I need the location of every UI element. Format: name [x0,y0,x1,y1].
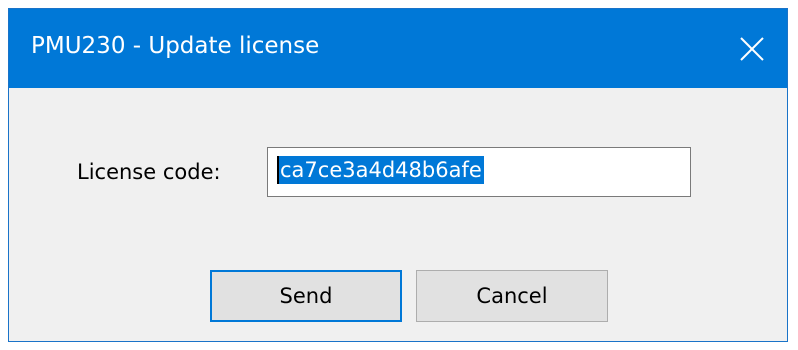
cancel-button[interactable]: Cancel [416,270,608,322]
send-button[interactable]: Send [210,270,402,322]
license-code-input[interactable]: ca7ce3a4d48b6afe [267,147,691,197]
license-code-label: License code: [77,160,221,184]
close-button[interactable] [717,9,787,88]
window-title: PMU230 - Update license [31,33,320,59]
license-code-value[interactable]: ca7ce3a4d48b6afe [279,156,484,184]
update-license-dialog: PMU230 - Update license License code: ca… [8,8,788,342]
close-icon [740,36,764,61]
cancel-button-label: Cancel [476,284,548,308]
title-bar[interactable]: PMU230 - Update license [9,9,787,88]
send-button-label: Send [279,284,333,308]
